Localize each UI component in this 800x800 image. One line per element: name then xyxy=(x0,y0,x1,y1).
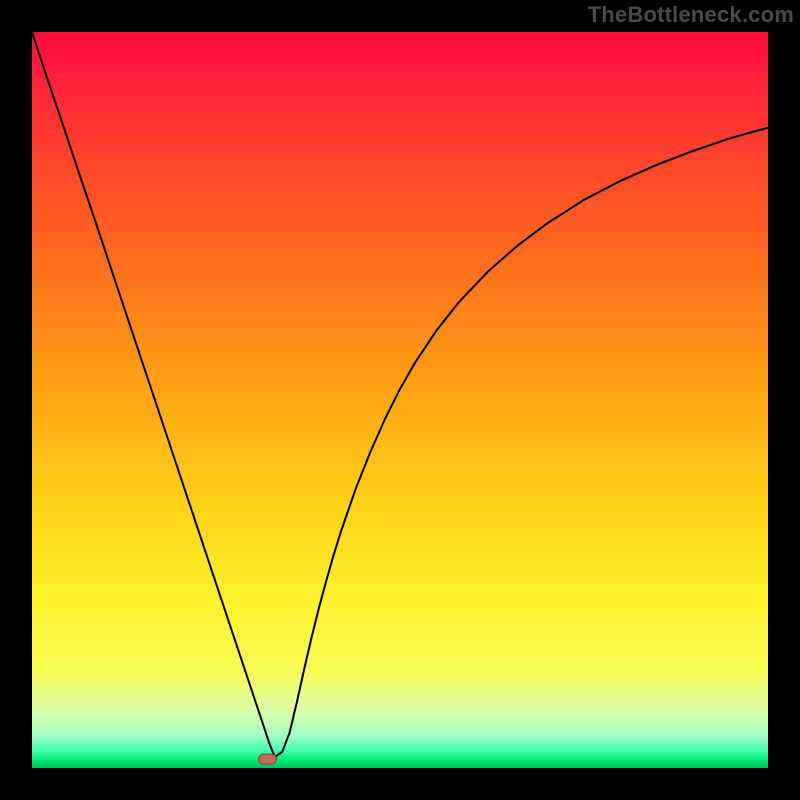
plot-area xyxy=(32,32,768,768)
chart-frame: TheBottleneck.com xyxy=(0,0,800,800)
vertex-marker xyxy=(259,754,277,764)
gradient-background xyxy=(32,32,768,768)
watermark-text: TheBottleneck.com xyxy=(588,2,794,28)
chart-svg xyxy=(32,32,768,768)
